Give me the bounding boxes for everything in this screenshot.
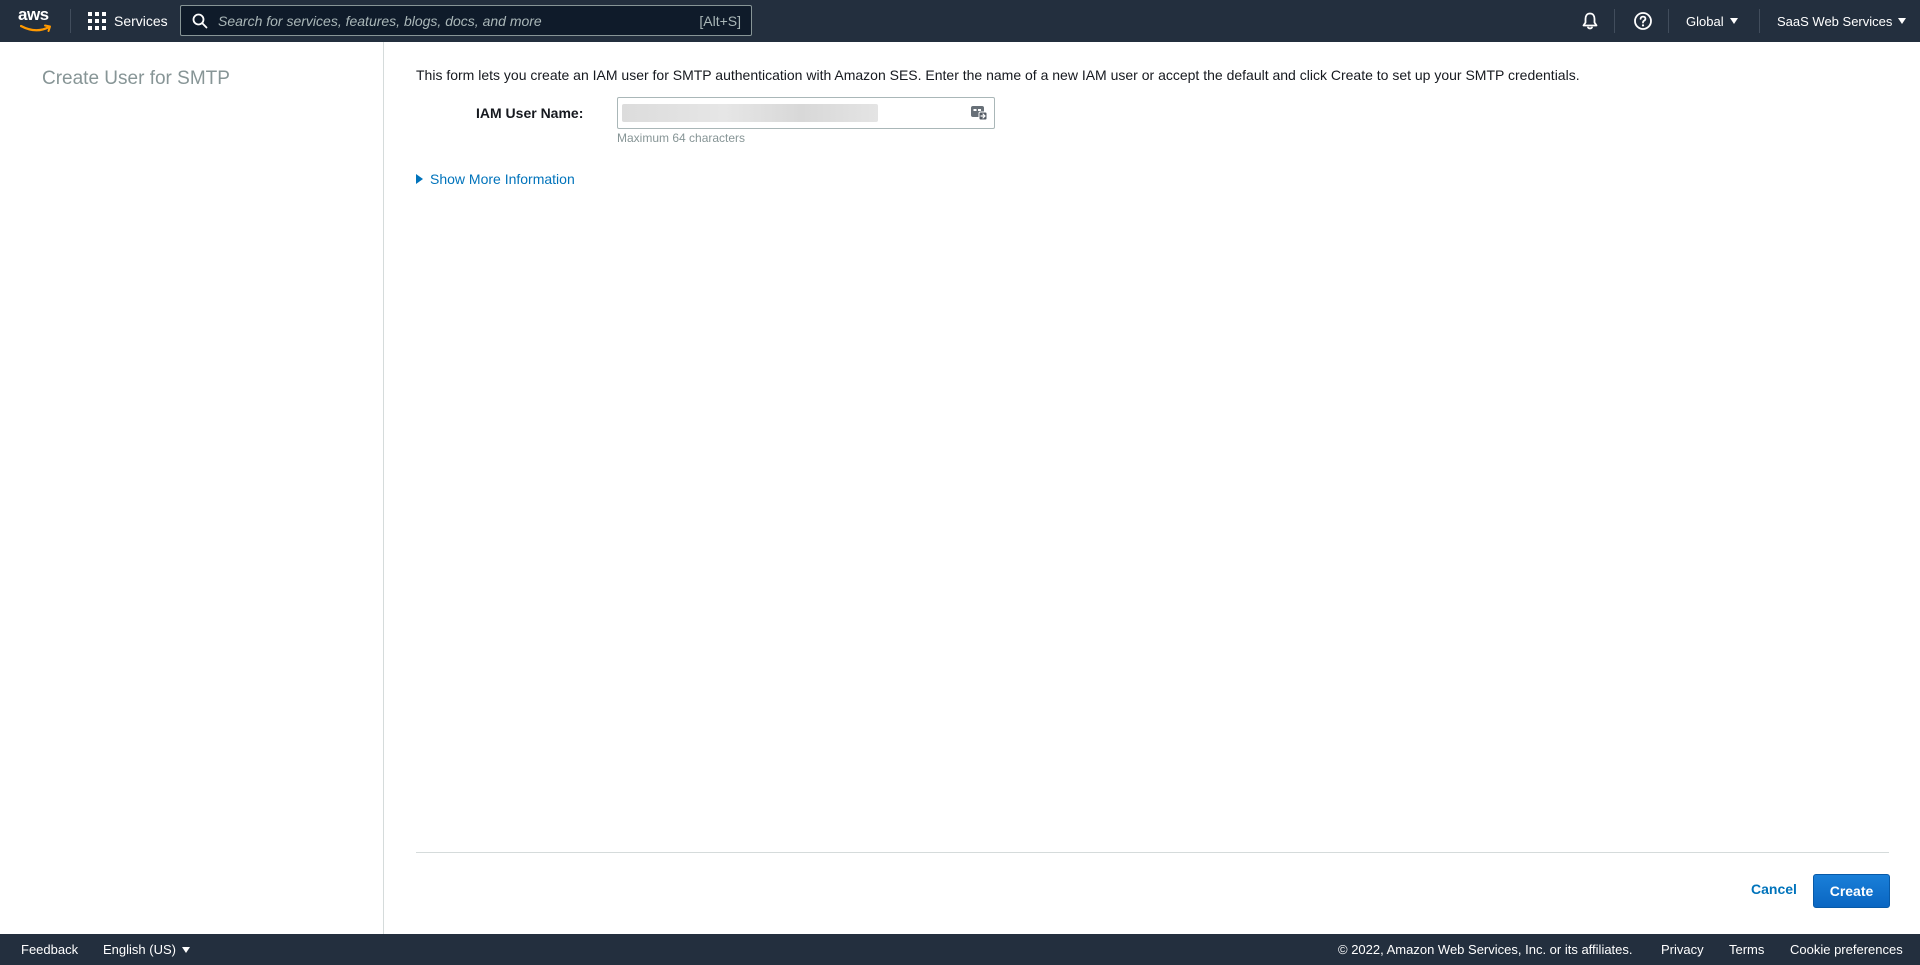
help-icon[interactable] (1633, 11, 1653, 31)
services-label: Services (114, 13, 168, 29)
feedback-link[interactable]: Feedback (21, 934, 78, 965)
cookie-preferences-link[interactable]: Cookie preferences (1790, 934, 1903, 965)
region-selector[interactable]: Global (1686, 0, 1738, 42)
show-more-information-toggle[interactable]: Show More Information (416, 171, 575, 187)
form-description: This form lets you create an IAM user fo… (416, 67, 1580, 83)
nav-separator (1614, 9, 1615, 33)
create-button[interactable]: Create (1813, 874, 1890, 908)
footer: Feedback English (US) © 2022, Amazon Web… (0, 934, 1920, 965)
nav-separator (70, 9, 71, 33)
language-selector[interactable]: English (US) (103, 934, 190, 965)
form-divider (416, 852, 1889, 853)
show-more-label: Show More Information (430, 171, 575, 187)
nav-separator (1759, 9, 1760, 33)
aws-smile-icon (20, 24, 51, 32)
caret-right-icon (416, 174, 423, 184)
search-input[interactable] (218, 12, 700, 29)
page-title: Create User for SMTP (42, 68, 230, 89)
search-icon (192, 13, 208, 28)
caret-down-icon (1729, 18, 1738, 24)
caret-down-icon (181, 946, 190, 953)
cancel-button[interactable]: Cancel (1745, 875, 1803, 903)
grid-icon (88, 12, 106, 30)
aws-logo-text: aws (18, 5, 49, 24)
main-content: This form lets you create an IAM user fo… (384, 42, 1920, 934)
redacted-value (622, 104, 878, 122)
iam-user-name-label: IAM User Name: (476, 105, 584, 121)
caret-down-icon (1898, 18, 1907, 24)
services-menu-button[interactable]: Services (88, 0, 168, 42)
privacy-link[interactable]: Privacy (1661, 934, 1704, 965)
search-shortcut-hint: [Alt+S] (699, 12, 741, 29)
iam-user-name-field[interactable] (617, 97, 995, 129)
left-panel: Create User for SMTP (0, 42, 384, 934)
autofill-icon[interactable] (970, 104, 988, 122)
account-menu[interactable]: SaaS Web Services (1777, 0, 1907, 42)
language-label: English (US) (103, 942, 176, 957)
search-bar[interactable]: [Alt+S] (180, 5, 752, 36)
terms-link[interactable]: Terms (1729, 934, 1764, 965)
copyright-text: © 2022, Amazon Web Services, Inc. or its… (1338, 942, 1633, 957)
region-label: Global (1686, 13, 1724, 29)
account-label: SaaS Web Services (1777, 13, 1893, 29)
bell-icon[interactable] (1580, 11, 1600, 31)
iam-user-name-hint: Maximum 64 characters (617, 131, 746, 145)
aws-logo[interactable]: aws (18, 6, 54, 36)
nav-separator (1668, 9, 1669, 33)
top-navigation: aws Services [Alt+S] Global SaaS We (0, 0, 1920, 42)
